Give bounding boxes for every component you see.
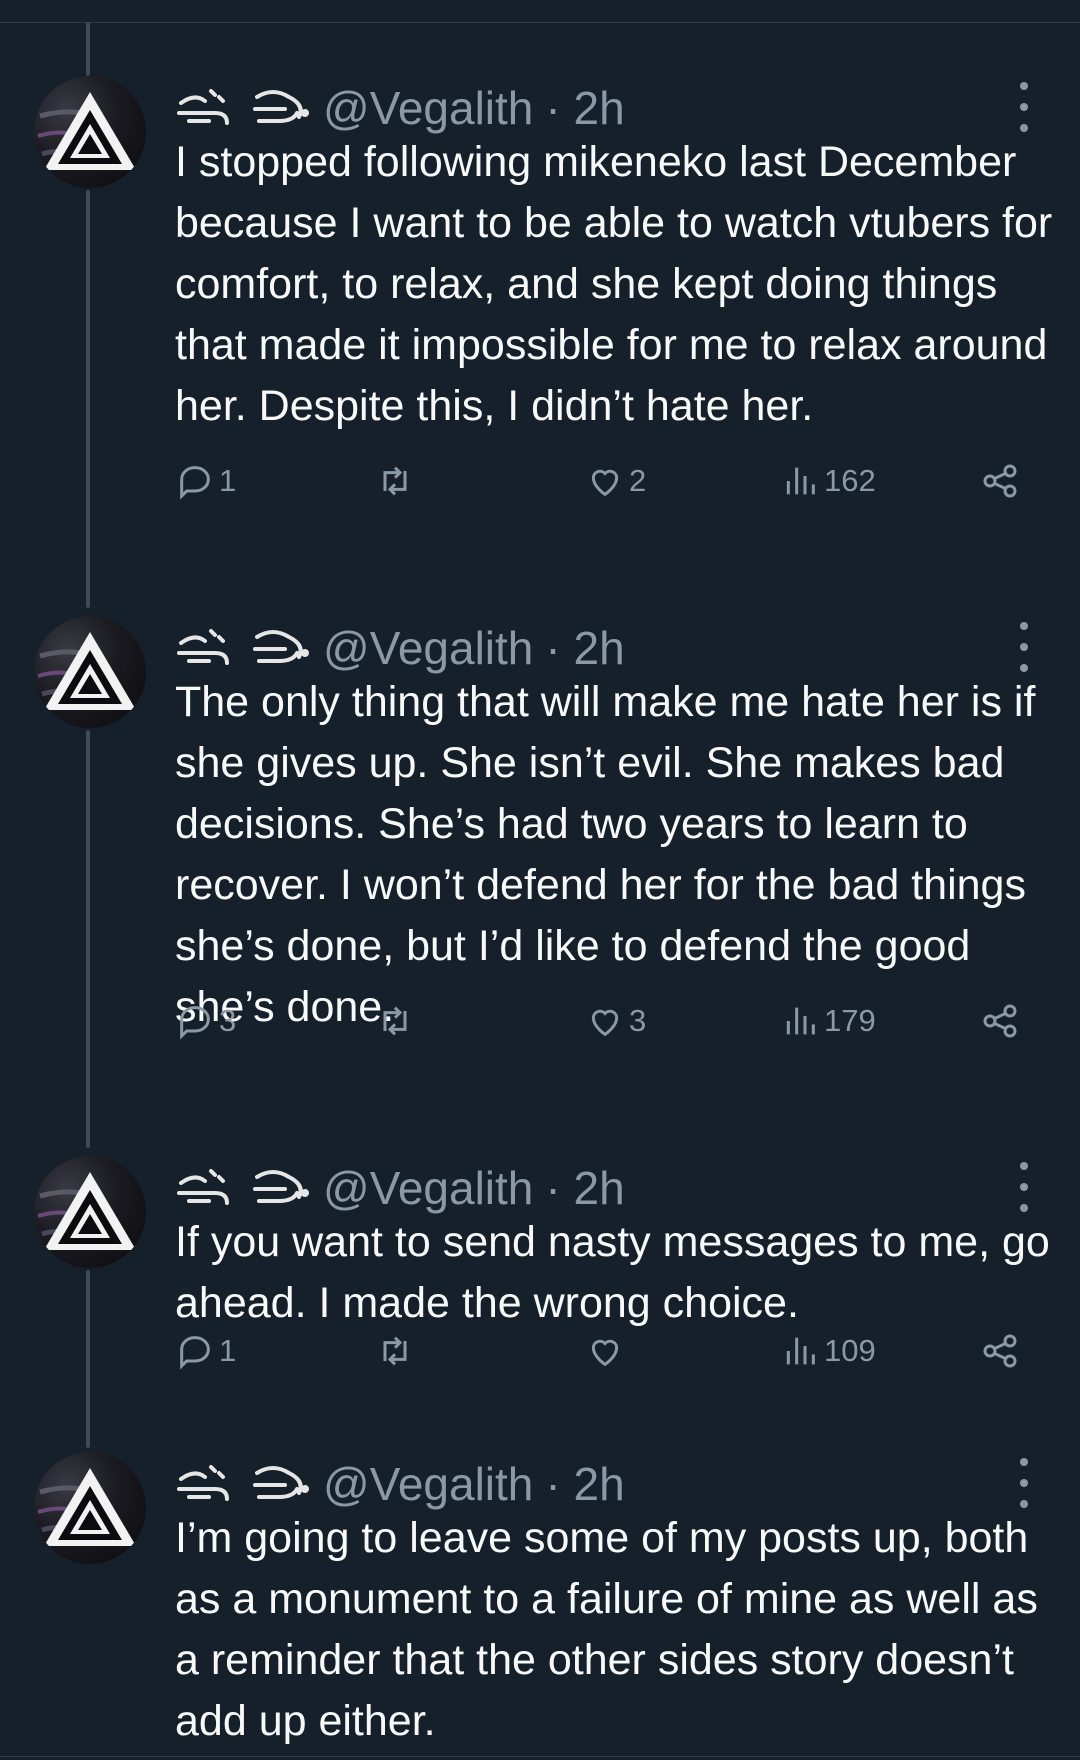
reply-icon [180, 1336, 210, 1370]
views-button[interactable]: 179 [780, 996, 876, 1046]
tweet-actions: 3 3 179 [175, 996, 1035, 1046]
thread-connector-line [86, 190, 90, 608]
tweet-header: @Vegalith · 2h [175, 620, 625, 676]
reply-count: 3 [219, 1003, 237, 1038]
view-count: 162 [824, 463, 876, 498]
tweet-text: I stopped following mikeneko last Decemb… [175, 138, 1053, 430]
views-icon [786, 1337, 815, 1365]
views-icon [786, 1007, 815, 1035]
tweet-text: If you want to send nasty messages to me… [175, 1218, 1050, 1327]
like-count: 3 [629, 1003, 647, 1038]
more-options-icon[interactable] [1006, 82, 1042, 132]
triangle-logo-icon [37, 1172, 136, 1250]
wind-emoji-icon [175, 83, 237, 133]
repost-button[interactable] [375, 456, 419, 506]
tweet-text: The only thing that will make me hate he… [175, 678, 1036, 1031]
post-time[interactable]: · 2h [545, 81, 624, 135]
reply-icon [180, 1006, 210, 1040]
top-divider [0, 22, 1080, 23]
thread-connector-line [86, 1270, 90, 1448]
like-icon [591, 1339, 619, 1367]
post-time[interactable]: · 2h [545, 1457, 624, 1511]
author-handle[interactable]: @Vegalith [323, 621, 533, 675]
repost-button[interactable] [375, 996, 419, 1046]
share-icon [983, 1334, 1017, 1368]
like-count: 2 [629, 463, 647, 498]
avatar[interactable] [34, 1452, 146, 1564]
views-button[interactable]: 162 [780, 456, 876, 506]
avatar[interactable] [34, 616, 146, 728]
share-button[interactable] [980, 1326, 1020, 1376]
avatar[interactable] [34, 76, 146, 188]
like-button[interactable]: 2 [585, 456, 646, 506]
reply-button[interactable]: 3 [175, 996, 236, 1046]
wind-emoji-icon [175, 1459, 237, 1509]
post-time[interactable]: · 2h [545, 621, 624, 675]
wind-emoji-icon [175, 1163, 237, 1213]
triangle-logo-icon [37, 92, 136, 170]
thread-connector-line [86, 22, 90, 76]
author-handle[interactable]: @Vegalith [323, 1457, 533, 1511]
like-button[interactable] [585, 1326, 629, 1376]
share-button[interactable] [980, 996, 1020, 1046]
post-time[interactable]: · 2h [545, 1161, 624, 1215]
reply-button[interactable]: 1 [175, 1326, 236, 1376]
author-handle[interactable]: @Vegalith [323, 81, 533, 135]
tweet-header: @Vegalith · 2h [175, 1160, 625, 1216]
views-icon [786, 467, 815, 495]
reply-icon [180, 466, 210, 500]
reply-count: 1 [219, 1333, 237, 1368]
dash-emoji-icon [249, 623, 311, 673]
more-options-icon[interactable] [1006, 622, 1042, 672]
tweet-text: I’m going to leave some of my posts up, … [175, 1514, 1038, 1745]
repost-icon [383, 1006, 407, 1036]
triangle-logo-icon [37, 632, 136, 710]
more-options-icon[interactable] [1006, 1458, 1042, 1508]
tweet-header: @Vegalith · 2h [175, 80, 625, 136]
repost-button[interactable] [375, 1326, 419, 1376]
share-icon [983, 464, 1017, 498]
thread-connector-line [86, 730, 90, 1148]
avatar[interactable] [34, 1156, 146, 1268]
triangle-logo-icon [37, 1468, 136, 1546]
reply-count: 1 [219, 463, 237, 498]
tweet-actions: 1 2 162 [175, 456, 1035, 506]
like-icon [591, 1009, 619, 1037]
repost-icon [383, 466, 407, 496]
dash-emoji-icon [249, 1459, 311, 1509]
dash-emoji-icon [249, 1163, 311, 1213]
more-options-icon[interactable] [1006, 1162, 1042, 1212]
bottom-divider [0, 1756, 1080, 1757]
share-icon [983, 1004, 1017, 1038]
views-button[interactable]: 109 [780, 1326, 876, 1376]
repost-icon [383, 1336, 407, 1366]
reply-button[interactable]: 1 [175, 456, 236, 506]
wind-emoji-icon [175, 623, 237, 673]
share-button[interactable] [980, 456, 1020, 506]
dash-emoji-icon [249, 83, 311, 133]
tweet-actions: 1 109 [175, 1326, 1035, 1376]
view-count: 109 [824, 1333, 876, 1368]
like-button[interactable]: 3 [585, 996, 646, 1046]
like-icon [591, 469, 619, 497]
tweet-header: @Vegalith · 2h [175, 1456, 625, 1512]
view-count: 179 [824, 1003, 876, 1038]
author-handle[interactable]: @Vegalith [323, 1161, 533, 1215]
